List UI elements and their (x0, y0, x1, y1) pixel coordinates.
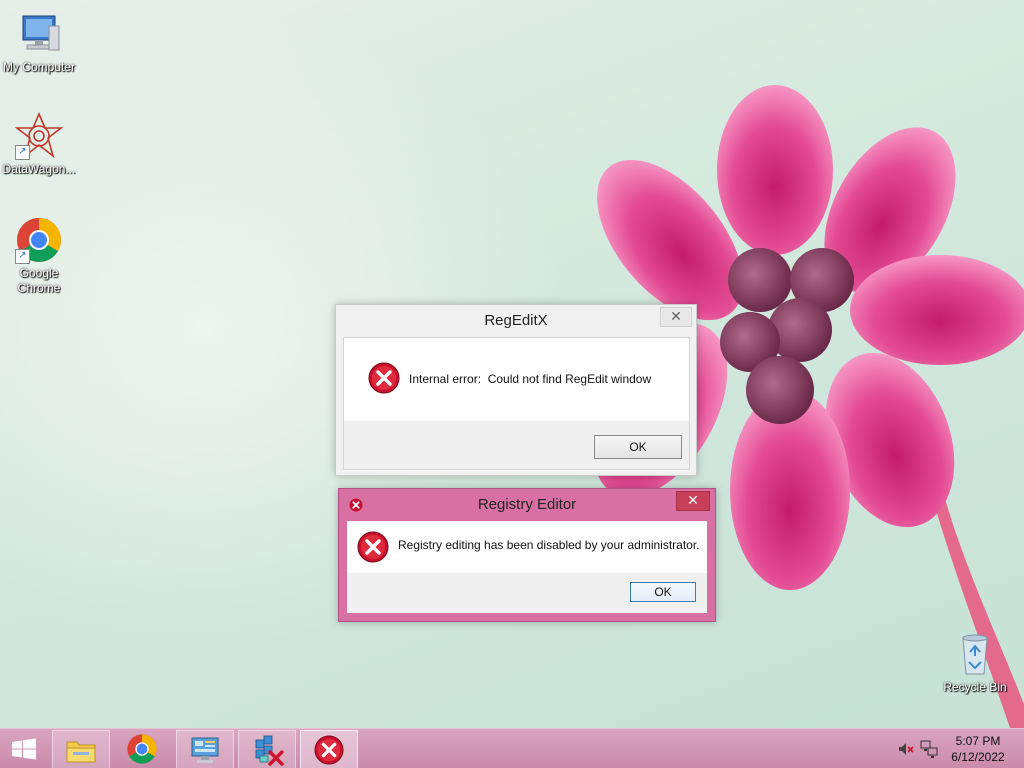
taskbar-error-dialog[interactable] (300, 730, 358, 768)
clock-time: 5:07 PM (955, 734, 1001, 748)
error-icon (357, 531, 389, 568)
desktop-icon-label: Google Chrome (17, 266, 61, 295)
taskbar-control-panel[interactable] (176, 730, 234, 768)
taskbar-chrome[interactable] (114, 730, 170, 768)
error-icon (368, 362, 400, 399)
registry-disabled-icon (255, 735, 284, 766)
registry-editor-dialog: Registry Editor ✕ Registry editing has b… (338, 488, 716, 622)
desktop-icon-my-computer[interactable]: My Computer (0, 10, 78, 75)
close-button[interactable]: ✕ (676, 491, 710, 511)
dialog-client: Internal error: Could not find RegEdit w… (343, 337, 690, 470)
desktop-icon-label: Recycle Bin (943, 680, 1007, 694)
recycle-bin-icon (951, 630, 999, 678)
dialog-title: RegEditX (484, 312, 548, 329)
close-button[interactable]: ✕ (660, 307, 692, 327)
control-panel-icon (191, 737, 219, 763)
computer-icon (15, 10, 63, 58)
dialog-body: Registry editing has been disabled by yo… (347, 521, 707, 573)
taskbar-file-explorer[interactable] (52, 730, 110, 768)
taskbar: 5:07 PM 6/12/2022 (0, 728, 1024, 768)
taskbar-regeditx[interactable] (238, 730, 296, 768)
speaker-muted-icon[interactable] (898, 741, 914, 762)
network-icon[interactable] (920, 740, 938, 763)
dialog-client: Registry editing has been disabled by yo… (347, 521, 707, 613)
dialog-title: Registry Editor (477, 496, 577, 513)
windows-logo-icon (12, 738, 36, 760)
error-icon (314, 735, 344, 765)
desktop-icon-recycle-bin[interactable]: Recycle Bin (936, 630, 1014, 695)
clock[interactable]: 5:07 PM 6/12/2022 (948, 733, 1008, 765)
desktop-icon-label: DataWagon... (2, 162, 76, 176)
ok-button[interactable]: OK (594, 435, 682, 459)
error-message: Internal error: Could not find RegEdit w… (409, 372, 652, 386)
chrome-icon (127, 734, 157, 764)
datawagon-icon: ↗ (14, 111, 64, 160)
ok-button[interactable]: OK (630, 582, 696, 602)
desktop: My Computer ↗ DataWagon... ↗ Google Chro… (0, 0, 1024, 728)
error-message: Registry editing has been disabled by yo… (398, 538, 700, 552)
clock-date: 6/12/2022 (951, 750, 1005, 764)
chrome-icon: ↗ (15, 216, 63, 264)
regeditx-dialog: RegEditX ✕ Internal error: Could not fin… (335, 304, 697, 476)
desktop-icon-chrome[interactable]: ↗ Google Chrome (0, 216, 78, 296)
start-button[interactable] (0, 729, 48, 768)
dialog-body: Internal error: Could not find RegEdit w… (344, 338, 689, 421)
desktop-icon-datawagon[interactable]: ↗ DataWagon... (0, 111, 78, 177)
desktop-icon-label: My Computer (2, 60, 76, 74)
shortcut-arrow-icon: ↗ (15, 145, 30, 160)
folder-icon (66, 741, 96, 763)
shortcut-arrow-icon: ↗ (15, 249, 30, 264)
